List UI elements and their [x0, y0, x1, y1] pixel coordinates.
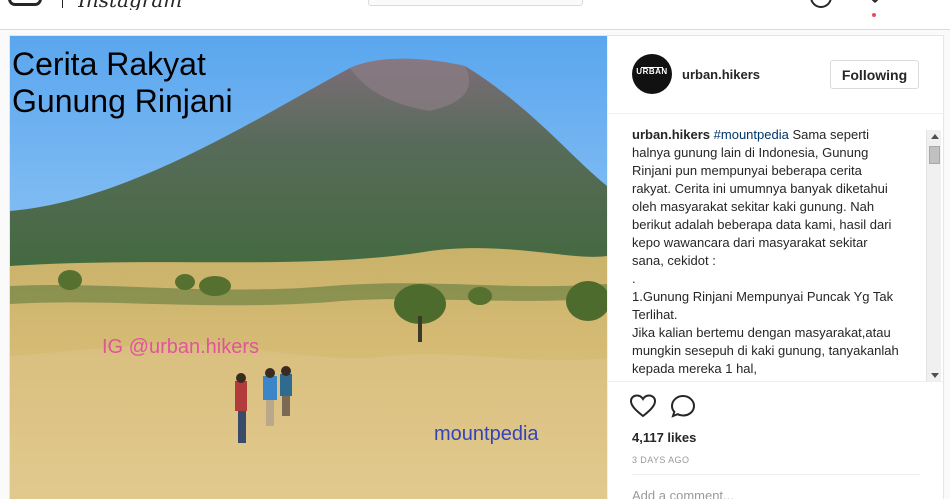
caption-scrollbar[interactable]	[926, 130, 941, 382]
top-nav: Instagram	[0, 0, 950, 30]
post-sidebar: URBAN urban.hikers Following urban.hiker…	[607, 36, 944, 499]
search-input[interactable]	[368, 0, 583, 6]
camera-logo-icon[interactable]	[8, 0, 42, 6]
post-username[interactable]: urban.hikers	[682, 67, 760, 82]
caption-text: urban.hikers #mountpedia Sama seperti ha…	[632, 126, 902, 378]
post-actions: 4,117 likes 3 DAYS AGO	[608, 381, 944, 499]
caption-username[interactable]: urban.hikers	[632, 127, 710, 142]
avatar-logo-text: URBAN	[636, 67, 668, 76]
avatar[interactable]: URBAN	[632, 54, 672, 94]
scrollbar-thumb[interactable]	[929, 146, 940, 164]
image-title-line-2: Gunung Rinjani	[12, 83, 233, 119]
notification-dot	[872, 13, 876, 17]
caption-hashtag[interactable]: #mountpedia	[714, 127, 789, 142]
post-timestamp: 3 DAYS AGO	[632, 455, 690, 465]
nav-divider	[62, 0, 63, 8]
instagram-wordmark[interactable]: Instagram	[78, 0, 198, 10]
comment-form	[632, 474, 920, 499]
image-title: Cerita Rakyat Gunung Rinjani	[12, 46, 233, 120]
profile-icon[interactable]	[914, 0, 938, 10]
scroll-down-icon[interactable]	[927, 368, 942, 382]
scroll-up-icon[interactable]	[927, 130, 942, 144]
image-watermark-brand: mountpedia	[434, 423, 539, 445]
comment-input[interactable]	[632, 483, 920, 499]
post-header: URBAN urban.hikers Following	[608, 36, 944, 114]
image-watermark-ig: IG @urban.hikers	[102, 336, 260, 358]
comment-icon[interactable]	[670, 394, 696, 418]
heart-icon[interactable]	[630, 394, 656, 418]
caption-body: Sama seperti halnya gunung lain di Indon…	[632, 127, 899, 376]
post-card: Cerita Rakyat Gunung Rinjani IG @urban.h…	[9, 35, 944, 499]
following-button[interactable]: Following	[830, 60, 919, 89]
likes-count[interactable]: 4,117 likes	[632, 430, 696, 445]
compass-icon[interactable]	[810, 0, 832, 8]
heart-icon[interactable]	[860, 0, 890, 12]
post-image[interactable]: Cerita Rakyat Gunung Rinjani IG @urban.h…	[10, 36, 607, 499]
post-caption: urban.hikers #mountpedia Sama seperti ha…	[632, 126, 902, 381]
instagram-page: Instagram	[0, 0, 950, 499]
image-title-line-1: Cerita Rakyat	[12, 46, 206, 82]
